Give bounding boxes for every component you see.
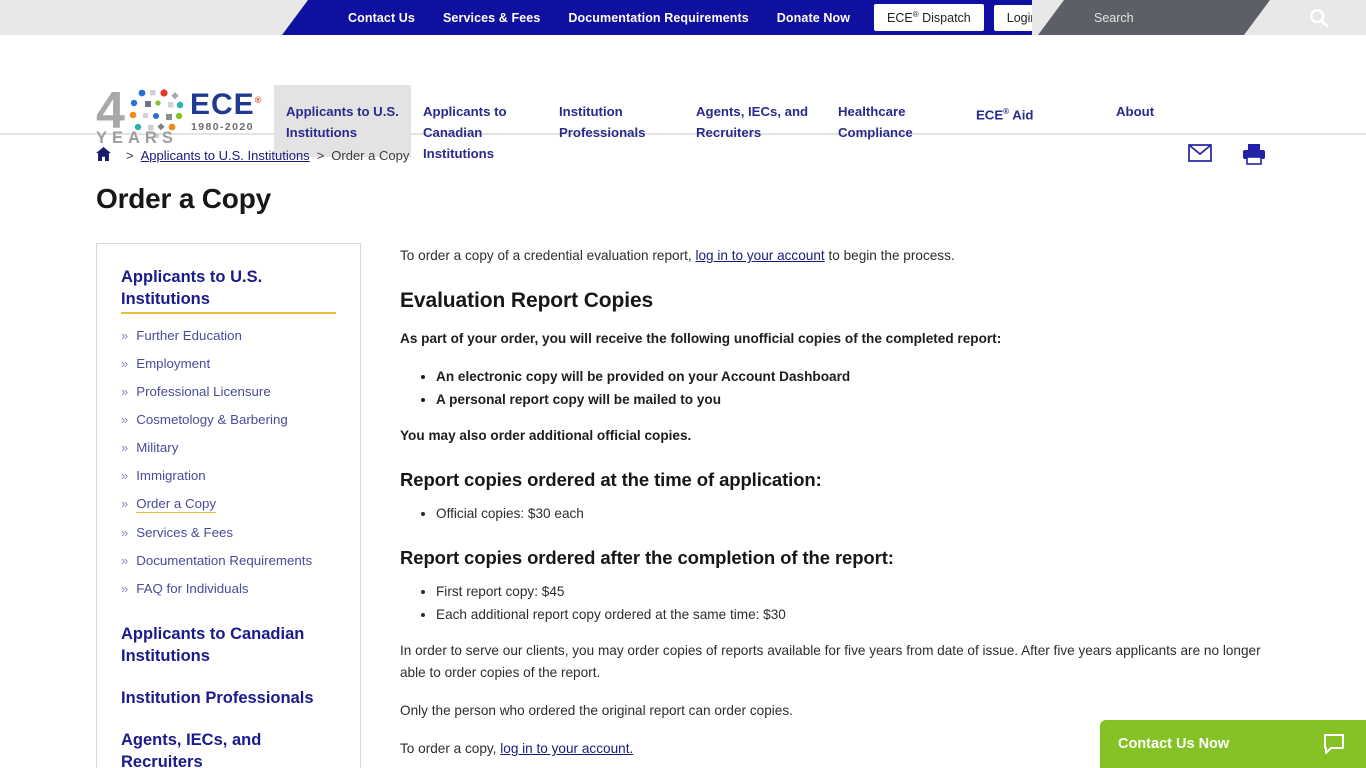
breadcrumb: > Applicants to U.S. Institutions > Orde… [0,135,1366,175]
breadcrumb-separator-1: > [126,147,134,163]
logo-ece-text: ECE [190,88,255,121]
chevron-right-icon: » [121,581,129,596]
chevron-right-icon: » [121,525,129,540]
sidebar-item-label: Order a Copy [136,496,217,513]
sidebar-item-employment[interactable]: » Employment [121,350,336,378]
ece-dispatch-button[interactable]: ECE® Dispatch [874,3,984,32]
heading-at-time-of-application: Report copies ordered at the time of app… [400,469,822,490]
nav-item-ece-aid[interactable]: ECE® Aid [964,101,1104,125]
page-tools [1188,143,1266,167]
sidebar-item-label: Documentation Requirements [136,553,313,568]
sidebar-item-label: FAQ for Individuals [136,581,249,596]
ece-dispatch-suffix: Dispatch [918,11,971,26]
intro-text-post: to begin the process. [824,248,955,263]
list-item: A personal report copy will be mailed to… [436,389,1286,411]
top-link-documentation-requirements[interactable]: Documentation Requirements [554,11,762,25]
nav-ece-text: ECE [976,107,1004,123]
sidebar-navigation: Applicants to U.S. Institutions » Furthe… [96,243,361,768]
main-navigation: Applicants to U.S. Institutions Applican… [274,85,1224,161]
nav-aid-text: Aid [1009,107,1034,123]
chevron-right-icon: » [121,553,129,568]
paragraph-only-person: Only the person who ordered the original… [400,703,793,718]
list-after-completion: First report copy: $45 Each additional r… [436,581,1286,626]
ece-dispatch-label: ECE [887,11,913,26]
sidebar-item-immigration[interactable]: » Immigration [121,462,336,490]
sidebar-item-label: Cosmetology & Barbering [136,412,288,427]
contact-us-now-chat-widget[interactable]: Contact Us Now [1100,720,1366,768]
intro-paragraph: To order a copy of a credential evaluati… [400,245,1286,267]
list-at-time-of-application: Official copies: $30 each [436,503,1286,525]
page-title: Order a Copy [96,183,271,214]
site-header: 4 ECE® 1980-2020 YEARS Applicants to U.S… [0,35,1366,161]
sidebar-heading-applicants-us[interactable]: Applicants to U.S. Institutions [121,266,336,314]
chevron-right-icon: » [121,496,129,511]
chat-widget-label: Contact Us Now [1118,736,1230,752]
list-item: An electronic copy will be provided on y… [436,366,1286,388]
logo-ece-wordmark: ECE® [190,90,262,120]
paragraph-five-years: In order to serve our clients, you may o… [400,643,1261,680]
page-layout: Applicants to U.S. Institutions » Furthe… [0,243,1366,768]
search-input[interactable]: Search [1094,11,1134,25]
search-icon[interactable] [1308,7,1330,29]
sidebar-item-professional-licensure[interactable]: » Professional Licensure [121,378,336,406]
chevron-right-icon: » [121,440,129,455]
chat-bubble-icon[interactable] [1322,732,1346,756]
top-link-services-fees[interactable]: Services & Fees [429,11,554,25]
sidebar-section-agents-iecs-recruiters[interactable]: Agents, IECs, and Recruiters [121,729,336,768]
list-unofficial-copies: An electronic copy will be provided on y… [436,366,1286,411]
sidebar-item-label: Employment [136,356,211,371]
paragraph-as-part-of-order: As part of your order, you will receive … [400,331,1002,346]
email-icon[interactable] [1188,143,1212,167]
sidebar-item-label: Further Education [136,328,242,343]
sidebar-item-military[interactable]: » Military [121,434,336,462]
sidebar-item-order-a-copy[interactable]: » Order a Copy [121,490,336,519]
sidebar-item-documentation-requirements[interactable]: » Documentation Requirements [121,547,336,575]
order-text-pre: To order a copy, [400,741,501,756]
sidebar-item-services-fees[interactable]: » Services & Fees [121,519,336,547]
home-icon[interactable] [96,146,111,164]
sidebar-item-cosmetology-barbering[interactable]: » Cosmetology & Barbering [121,406,336,434]
heading-after-completion: Report copies ordered after the completi… [400,547,894,568]
sidebar-item-label: Immigration [136,468,206,483]
chevron-right-icon: » [121,356,129,371]
sidebar-section-applicants-canadian[interactable]: Applicants to Canadian Institutions [121,623,336,667]
sidebar-item-label: Services & Fees [136,525,234,540]
nav-item-about[interactable]: About [1104,101,1224,122]
chevron-right-icon: » [121,412,129,427]
list-item: Each additional report copy ordered at t… [436,604,1286,626]
print-icon[interactable] [1242,143,1266,167]
logo-registered-mark: ® [254,95,263,105]
chevron-right-icon: » [121,468,129,483]
heading-evaluation-report-copies: Evaluation Report Copies [400,289,654,312]
top-link-donate-now[interactable]: Donate Now [763,11,864,25]
top-utility-search-panel: Search [1038,0,1270,35]
breadcrumb-separator-2: > [316,147,325,163]
sidebar-item-faq-for-individuals[interactable]: » FAQ for Individuals [121,575,336,603]
breadcrumb-current: Order a Copy [331,147,410,163]
paragraph-may-also-order: You may also order additional official c… [400,428,692,443]
login-account-link[interactable]: log in to your account [695,248,824,263]
breadcrumb-link-applicants-us[interactable]: Applicants to U.S. Institutions [141,148,310,163]
top-utility-blue-panel: Contact Us Services & Fees Documentation… [282,0,1032,35]
intro-text-pre: To order a copy of a credential evaluati… [400,248,696,263]
sidebar-item-further-education[interactable]: » Further Education [121,322,336,350]
top-link-contact-us[interactable]: Contact Us [334,11,429,25]
chevron-right-icon: » [121,384,129,399]
sidebar-item-label: Professional Licensure [136,384,271,399]
main-content: To order a copy of a credential evaluati… [361,243,1366,768]
sidebar-item-label: Military [136,440,179,455]
logo-date-range: 1980-2020 [191,121,254,133]
sidebar-section-institution-professionals[interactable]: Institution Professionals [121,687,336,709]
login-account-link-footer[interactable]: log in to your account. [500,741,633,756]
chevron-right-icon: » [121,328,129,343]
top-utility-bar: Contact Us Services & Fees Documentation… [0,0,1366,35]
list-item: Official copies: $30 each [436,503,1286,525]
list-item: First report copy: $45 [436,581,1286,603]
